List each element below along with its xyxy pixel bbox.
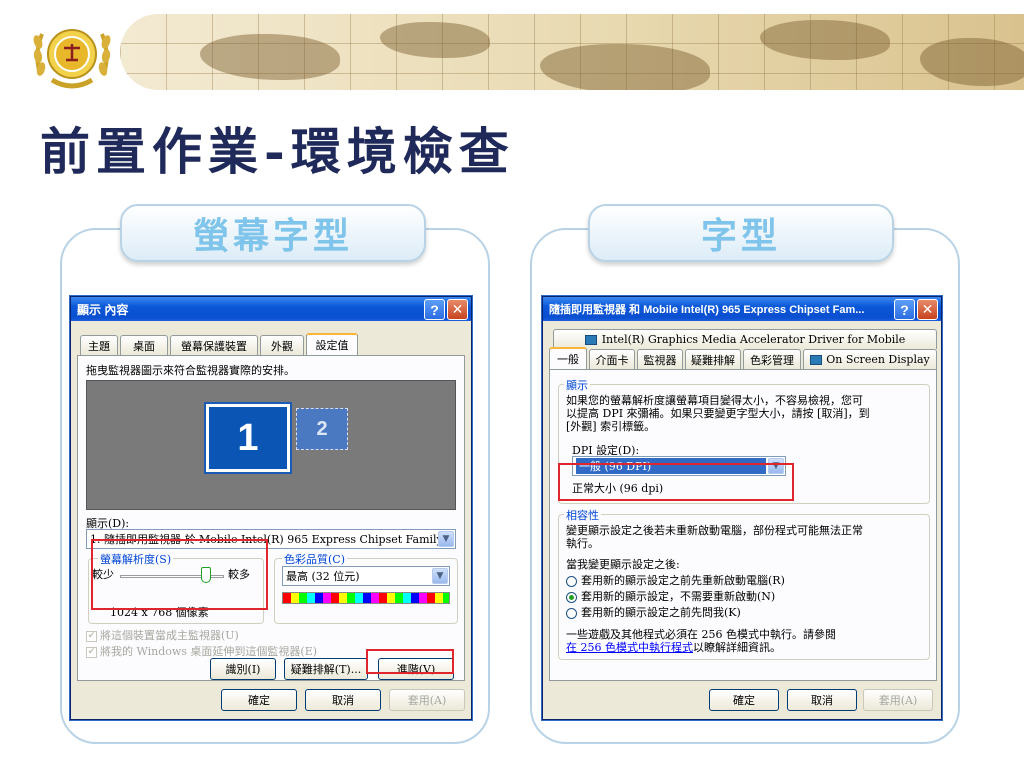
tab-monitor[interactable]: 監視器 xyxy=(637,349,683,369)
cancel-button[interactable]: 取消 xyxy=(787,689,857,711)
emblem-logo xyxy=(33,29,111,89)
settings-panel: 拖曳監視器圖示來符合監視器實際的安排。 1 2 顯示(D): 1. 隨插即用監視… xyxy=(77,355,465,681)
checkbox-extend-desktop[interactable]: ✔ 將我的 Windows 桌面延伸到這個監視器(E) xyxy=(86,643,317,659)
cancel-button[interactable]: 取消 xyxy=(305,689,381,711)
page-title: 前置作業-環境檢查 xyxy=(40,122,515,181)
compat-text-line-1: 變更顯示設定之後若未重新啟動電腦，部份程式可能無法正常 xyxy=(566,524,863,537)
tab-color-management[interactable]: 色彩管理 xyxy=(743,349,801,369)
checkbox-primary-label: 將這個裝置當成主監視器(U) xyxy=(100,629,239,642)
close-button[interactable]: ✕ xyxy=(447,299,468,320)
radio-restart-label: 套用新的顯示設定之前先重新啟動電腦(R) xyxy=(581,574,785,587)
tab-settings[interactable]: 設定值 xyxy=(306,333,358,355)
radio-icon xyxy=(566,607,577,619)
radio-icon xyxy=(566,575,577,587)
ok-button[interactable]: 確定 xyxy=(221,689,297,711)
games-info-line: 在 256 色模式中執行程式以瞭解詳細資訊。 xyxy=(566,639,781,655)
header-banner xyxy=(120,14,1024,90)
advanced-highlight-box xyxy=(366,649,454,674)
tab-on-screen-display[interactable]: On Screen Display xyxy=(803,349,937,369)
256-color-help-link[interactable]: 在 256 色模式中執行程式 xyxy=(566,641,693,654)
tab-intel-gma-label: Intel(R) Graphics Media Accelerator Driv… xyxy=(601,333,906,346)
identify-button[interactable]: 識別(I) xyxy=(210,658,276,680)
tab-desktop[interactable]: 桌面 xyxy=(120,335,168,355)
after-change-label: 當我變更顯示設定之後: xyxy=(566,558,680,571)
monitor-icon xyxy=(584,334,597,345)
help-button[interactable]: ? xyxy=(894,299,915,320)
tab-appearance[interactable]: 外觀 xyxy=(260,335,304,355)
ok-button[interactable]: 確定 xyxy=(709,689,779,711)
checkbox-primary-monitor[interactable]: ✔ 將這個裝置當成主監視器(U) xyxy=(86,627,239,643)
compatibility-group-label: 相容性 xyxy=(564,507,601,523)
instruction-text: 拖曳監視器圖示來符合監視器實際的安排。 xyxy=(86,364,295,377)
display-text-line-3: [外觀] 索引標籤。 xyxy=(566,420,656,433)
color-quality-value: 最高 (32 位元) xyxy=(286,570,360,583)
left-section-header: 螢幕字型 xyxy=(120,204,426,262)
monitor-2[interactable]: 2 xyxy=(296,408,348,450)
display-group-label: 顯示 xyxy=(564,377,590,393)
color-spectrum-bar xyxy=(282,592,450,604)
color-quality-select[interactable]: 最高 (32 位元) ▼ xyxy=(282,566,450,586)
color-quality-label: 色彩品質(C) xyxy=(282,551,347,567)
tab-screensaver[interactable]: 螢幕保護裝置 xyxy=(170,335,258,355)
apply-button[interactable]: 套用(A) xyxy=(863,689,933,711)
general-panel: 顯示 如果您的螢幕解析度讓螢幕項目變得太小，不容易檢視，您可 以提高 DPI 來… xyxy=(549,369,937,681)
dpi-highlight-box xyxy=(558,463,794,501)
resolution-highlight-box xyxy=(91,539,268,610)
monitor-icon xyxy=(810,354,823,365)
radio-no-restart[interactable]: 套用新的顯示設定，不需要重新啟動(N) xyxy=(566,588,775,604)
troubleshoot-button[interactable]: 疑難排解(T)... xyxy=(284,658,368,680)
radio-restart-before[interactable]: 套用新的顯示設定之前先重新啟動電腦(R) xyxy=(566,572,785,588)
radio-no-restart-label: 套用新的顯示設定，不需要重新啟動(N) xyxy=(581,590,776,603)
radio-ask-me[interactable]: 套用新的顯示設定之前先問我(K) xyxy=(566,604,741,620)
apply-button[interactable]: 套用(A) xyxy=(389,689,465,711)
chevron-down-icon: ▼ xyxy=(438,531,454,547)
tab-general[interactable]: 一般 xyxy=(549,347,587,369)
tab-intel-gma[interactable]: Intel(R) Graphics Media Accelerator Driv… xyxy=(553,329,937,349)
dialog-title: 顯示 內容 xyxy=(77,302,129,317)
monitor-1[interactable]: 1 xyxy=(206,404,290,472)
right-section-header: 字型 xyxy=(588,204,894,262)
checkbox-icon: ✔ xyxy=(86,646,97,658)
dialog-titlebar: 顯示 內容 ? ✕ xyxy=(71,297,471,321)
monitor-properties-dialog: 隨插即用監視器 和 Mobile Intel(R) 965 Express Ch… xyxy=(542,296,942,720)
games-suffix: 以瞭解詳細資訊。 xyxy=(693,641,781,654)
dialog-titlebar: 隨插即用監視器 和 Mobile Intel(R) 965 Express Ch… xyxy=(543,297,941,321)
radio-icon-selected xyxy=(566,591,577,603)
checkbox-extend-label: 將我的 Windows 桌面延伸到這個監視器(E) xyxy=(100,645,318,658)
compat-text-line-2: 執行。 xyxy=(566,537,599,550)
tab-adapter[interactable]: 介面卡 xyxy=(589,349,635,369)
radio-ask-label: 套用新的顯示設定之前先問我(K) xyxy=(581,606,741,619)
help-button[interactable]: ? xyxy=(424,299,445,320)
chevron-down-icon: ▼ xyxy=(432,568,448,584)
tab-osd-label: On Screen Display xyxy=(826,353,930,366)
dialog-title: 隨插即用監視器 和 Mobile Intel(R) 965 Express Ch… xyxy=(549,304,865,316)
close-button[interactable]: ✕ xyxy=(917,299,938,320)
checkbox-icon: ✔ xyxy=(86,630,97,642)
tab-troubleshoot[interactable]: 疑難排解 xyxy=(685,349,741,369)
tab-themes[interactable]: 主題 xyxy=(80,335,118,355)
